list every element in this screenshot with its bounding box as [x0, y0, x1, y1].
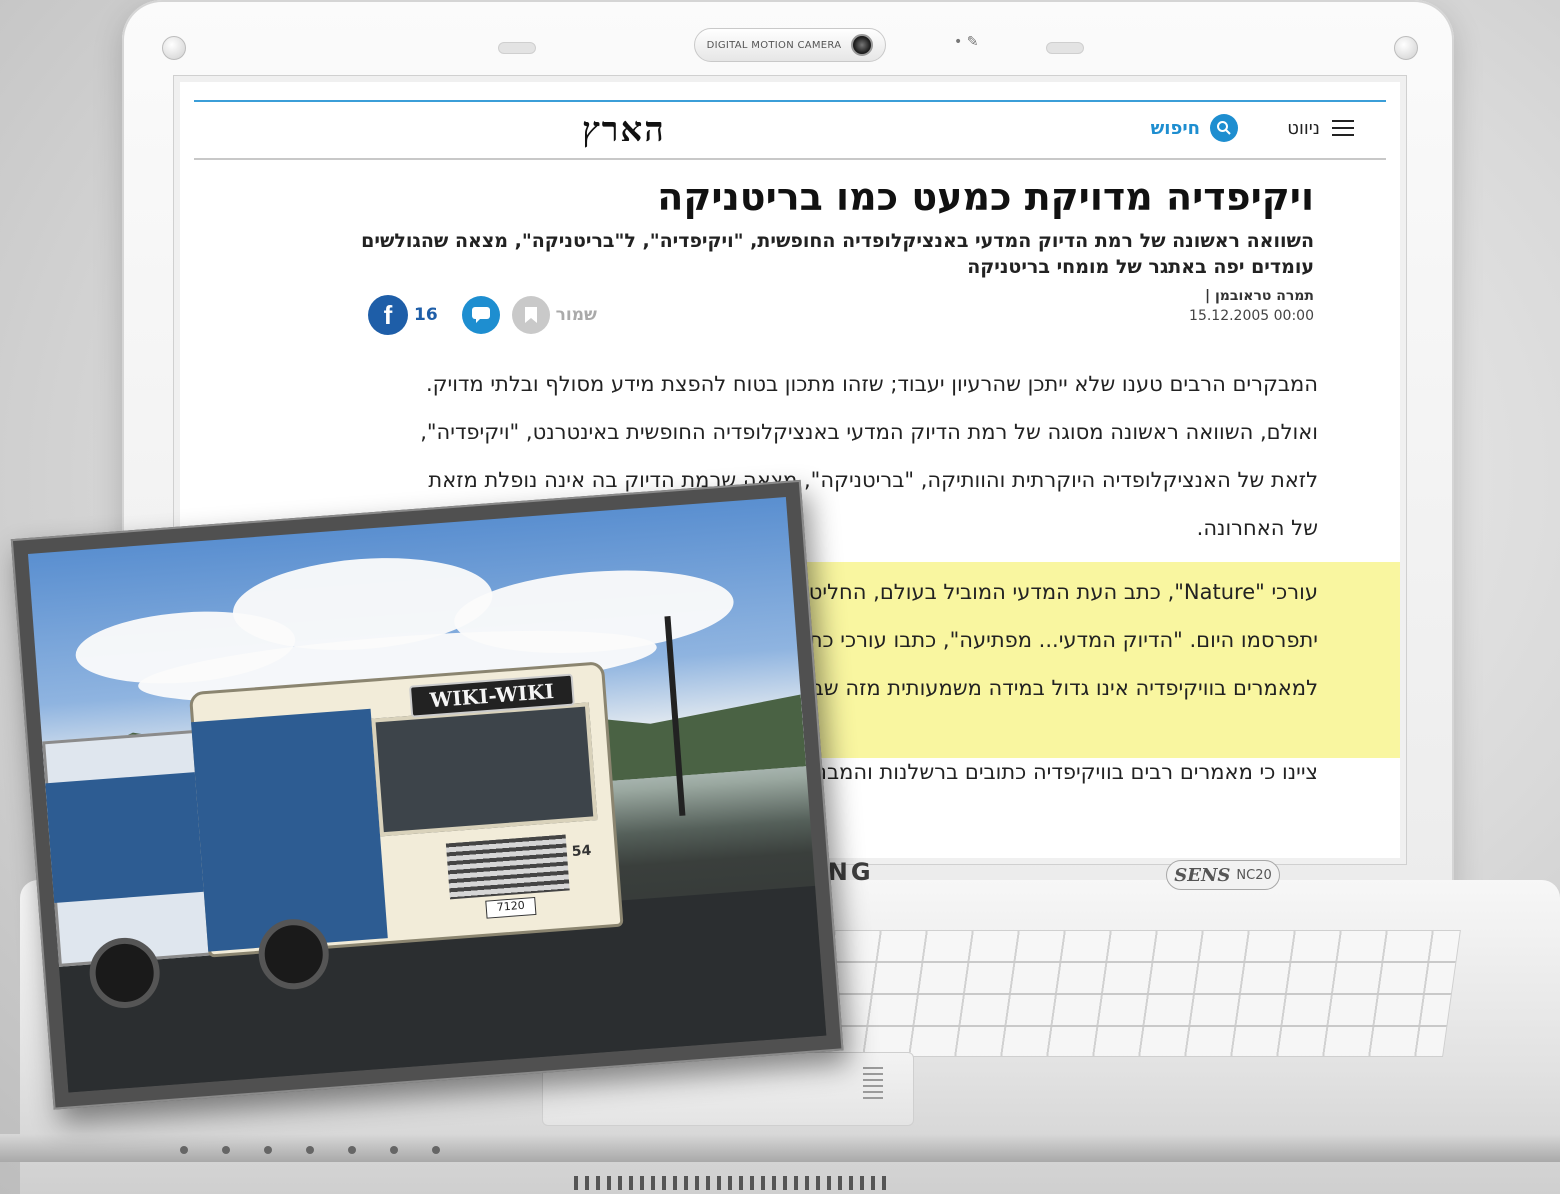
site-logo[interactable]: הארץ — [582, 110, 666, 150]
status-led-icon — [264, 1146, 272, 1154]
share-toolbar: f 16 שמור — [360, 294, 597, 336]
camera-icon — [851, 34, 874, 56]
status-led-icon — [180, 1146, 188, 1154]
status-led-icon — [432, 1146, 440, 1154]
search-icon[interactable] — [1210, 114, 1238, 142]
article-subheadline: השוואה ראשונה של רמת הדיוק המדעי באנציקל… — [361, 230, 1314, 278]
facebook-share-count: 16 — [414, 305, 438, 325]
facebook-icon[interactable]: f — [368, 295, 408, 335]
search-label[interactable]: חיפוש — [1151, 118, 1200, 139]
model-number: NC20 — [1236, 867, 1272, 883]
status-led-icon — [222, 1146, 230, 1154]
keyboard — [771, 930, 1461, 1057]
status-led-icon — [348, 1146, 356, 1154]
lid-bumper-right — [1394, 36, 1418, 60]
status-leds — [180, 1146, 440, 1154]
status-led-icon — [390, 1146, 398, 1154]
comment-icon — [471, 307, 490, 323]
bus-windshield — [371, 702, 598, 837]
license-plate: 7120 — [485, 896, 537, 919]
site-header: הארץ חיפוש ניווט — [194, 102, 1386, 160]
status-led-icon — [306, 1146, 314, 1154]
microphone-icon: • ✎ — [954, 34, 979, 50]
lid-latch-left — [498, 42, 536, 54]
webcam-label: DIGITAL MOTION CAMERA — [706, 39, 842, 51]
bus-number: 54 — [571, 842, 592, 861]
webcam-bar: DIGITAL MOTION CAMERA — [694, 28, 886, 62]
save-button[interactable]: שמור — [511, 296, 597, 334]
model-brand: SENS — [1174, 864, 1231, 886]
model-badge: SENS NC20 — [1166, 860, 1280, 890]
bookmark-icon — [511, 296, 550, 334]
lid-latch-right — [1046, 42, 1084, 54]
facebook-share[interactable]: f 16 — [368, 295, 438, 335]
nav-menu-label[interactable]: ניווט — [1287, 118, 1320, 139]
light-pole — [664, 616, 686, 816]
bus-grille — [445, 834, 570, 900]
article-headline: ויקיפדיה מדויקת כמעט כמו בריטניקה — [657, 175, 1314, 219]
lid-bumper-left — [162, 36, 186, 60]
bus-photo-frame: WIKI-WIKI 54 7120 — [10, 479, 844, 1110]
wiki-wiki-bus-photo: WIKI-WIKI 54 7120 — [27, 497, 827, 1093]
touchpad-scroll-icon — [863, 1067, 883, 1103]
speaker-vent — [574, 1176, 890, 1190]
comments-button[interactable] — [461, 296, 500, 334]
save-label: שמור — [555, 305, 597, 325]
hamburger-menu-icon[interactable] — [1332, 120, 1354, 136]
